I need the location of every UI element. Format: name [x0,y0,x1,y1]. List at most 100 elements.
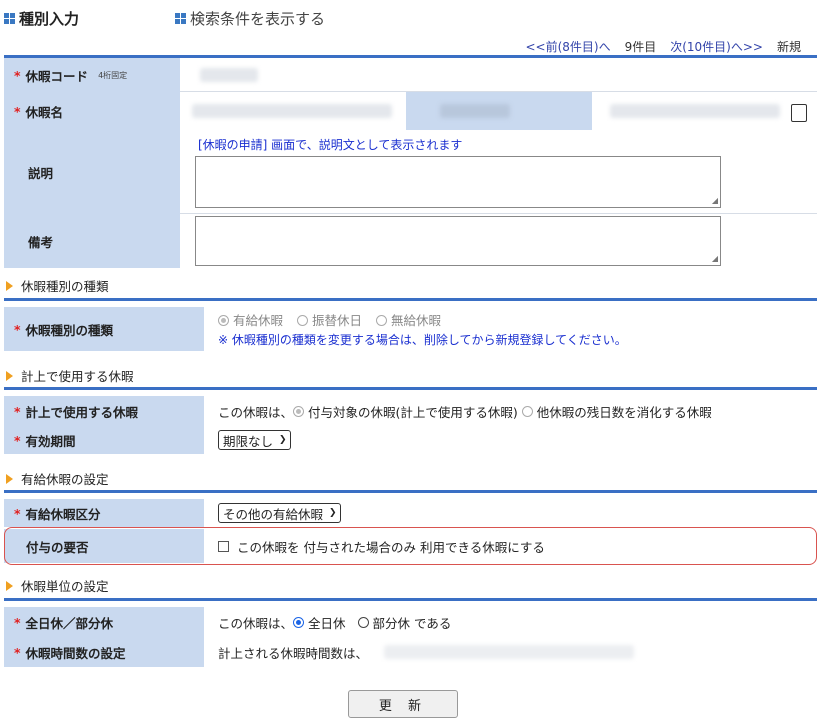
label-name-text: 休暇名 [25,104,64,120]
remarks-textarea[interactable]: ◢ [195,216,721,266]
label-remarks: 備考 [4,214,180,268]
pager: <<前(8件目)へ 9件目 次(10件目)へ>> 新規 [525,38,801,55]
label-validity: * 有効期間 [4,426,204,454]
usage-prefix: この休暇は、 [218,404,294,420]
label-desc: 説明 [4,130,180,214]
label-desc-text: 説明 [28,165,54,181]
chevron-down-icon: ❯ [329,508,337,518]
row-unit: * 全日休／部分休 この休暇は、 全日休 部分休 である [4,607,817,638]
type-note: ※ 休暇種別の種類を変更する場合は、削除してから新規登録してください。 [218,333,627,347]
tab-search[interactable]: 検索条件を表示する [175,8,325,29]
section-header-type: 休暇種別の種類 [6,276,109,295]
required-mark: * [14,505,21,521]
value-type: 有給休暇 振替休日 無給休暇 ※ 休暇種別の種類を変更する場合は、削除してから新… [204,307,817,351]
radio-icon[interactable] [521,405,533,417]
row-paid-type: * 有給休暇区分 その他の有給休暇 ❯ [4,499,817,528]
required-mark: * [14,432,21,448]
type-section: * 休暇種別の種類 有給休暇 振替休日 無給休暇 ※ 休暇種別の種類を変更する場… [4,301,817,355]
row-hours: * 休暇時間数の設定 計上される休暇時間数は、 [4,637,817,668]
value-usage: この休暇は、 付与対象の休暇(計上で使用する休暇) 他休暇の残日数を消化する休暇 [204,396,817,426]
resize-grip-icon[interactable]: ◢ [712,196,718,205]
required-mark: * [14,403,21,419]
new-link[interactable]: 新規 [777,38,801,55]
value-paid-type: その他の有給休暇 ❯ [204,499,817,527]
resize-grip-icon[interactable]: ◢ [712,254,718,263]
next-link[interactable]: 次(10件目)へ>> [670,38,763,55]
validity-select[interactable]: 期限なし ❯ [218,430,291,450]
unit-option-full[interactable]: 全日休 [308,613,346,632]
triangle-icon [6,580,13,591]
name-sub-label-text [440,104,510,118]
desc-note: [休暇の申請] 画面で、説明文として表示されます [198,138,463,152]
label-validity-text: 有効期間 [25,433,76,449]
type-option-substitute[interactable]: 振替休日 [297,310,362,329]
value-unit: この休暇は、 全日休 部分休 である [204,607,817,637]
tab-entry[interactable]: 種別入力 [4,8,79,29]
label-code: * 休暇コード 4桁固定 [4,58,180,92]
chevron-down-icon: ❯ [279,435,287,445]
label-unit: * 全日休／部分休 [4,607,204,637]
usage-option-grant[interactable]: 付与対象の休暇(計上で使用する休暇) [308,402,518,421]
grant-row-highlight [4,527,817,565]
unit-section: * 全日休／部分休 この休暇は、 全日休 部分休 である * 休暇時間数の設定 … [4,601,817,673]
unit-option-partial[interactable]: 部分休 [373,613,411,632]
label-hours-text: 休暇時間数の設定 [25,645,126,661]
section-header-paid: 有給休暇の設定 [6,469,109,488]
label-usage: * 計上で使用する休暇 [4,396,204,426]
section-header-paid-text: 有給休暇の設定 [21,472,109,487]
tab-search-label: 検索条件を表示する [190,10,326,28]
radio-icon [297,315,309,326]
tab-entry-label: 種別入力 [19,10,80,28]
paid-type-select-value: その他の有給休暇 [223,506,324,522]
label-usage-text: 計上で使用する休暇 [25,404,139,420]
value-code [180,58,817,92]
type-option-unpaid-label: 無給休暇 [391,313,442,328]
row-type: * 休暇種別の種類 有給休暇 振替休日 無給休暇 ※ 休暇種別の種類を変更する場… [4,307,817,352]
required-mark: * [14,103,21,119]
type-option-unpaid[interactable]: 無給休暇 [376,310,441,329]
label-paid-type-text: 有給休暇区分 [25,506,101,522]
type-option-paid[interactable]: 有給休暇 [218,310,283,329]
required-mark: * [14,67,21,83]
code-input[interactable] [200,68,258,82]
grid-icon [4,13,15,24]
desc-textarea[interactable]: ◢ [195,156,721,208]
row-desc: 説明 [休暇の申請] 画面で、説明文として表示されます ◢ [4,130,817,215]
row-code: * 休暇コード 4桁固定 [4,58,817,93]
row-usage: * 計上で使用する休暇 この休暇は、 付与対象の休暇(計上で使用する休暇) 他休… [4,396,817,427]
value-remarks: ◢ [180,214,817,268]
radio-icon[interactable] [357,616,369,628]
row-remarks: 備考 ◢ [4,214,817,269]
triangle-icon [6,370,13,381]
required-mark: * [14,321,21,337]
label-unit-text: 全日休／部分休 [25,615,114,631]
name-input[interactable] [192,104,392,118]
section-header-unit: 休暇単位の設定 [6,576,109,595]
radio-icon[interactable] [293,616,305,628]
row-validity: * 有効期間 期限なし ❯ [4,426,817,455]
name-checkbox[interactable] [791,104,807,122]
grid-icon [175,13,186,24]
usage-option-consume[interactable]: 他休暇の残日数を消化する休暇 [537,402,712,421]
top-tabs: 種別入力 検索条件を表示する [0,0,825,34]
unit-suffix: である [414,615,452,631]
basic-section: * 休暇コード 4桁固定 * 休暇名 説明 [休暇の申請] 画面で、説明文として… [4,58,817,274]
section-header-type-text: 休暇種別の種類 [21,279,109,294]
section-header-unit-text: 休暇単位の設定 [21,579,109,594]
section-header-usage-text: 計上で使用する休暇 [21,369,134,384]
label-type-text: 休暇種別の種類 [25,322,114,338]
label-code-text: 休暇コード [25,68,89,84]
required-mark: * [14,644,21,660]
radio-icon[interactable] [293,405,305,417]
name-alt-input[interactable] [610,104,780,118]
value-validity: 期限なし ❯ [204,426,817,454]
update-button[interactable]: 更 新 [348,690,458,718]
paid-type-select[interactable]: その他の有給休暇 ❯ [218,503,341,523]
type-options: 有給休暇 振替休日 無給休暇 [218,310,441,329]
value-hours: 計上される休暇時間数は、 [204,637,817,667]
radio-icon [376,315,388,326]
label-code-sub: 4桁固定 [98,70,128,80]
label-name: * 休暇名 [4,92,180,130]
prev-link[interactable]: <<前(8件目)へ [525,38,610,55]
type-option-paid-label: 有給休暇 [233,313,284,328]
